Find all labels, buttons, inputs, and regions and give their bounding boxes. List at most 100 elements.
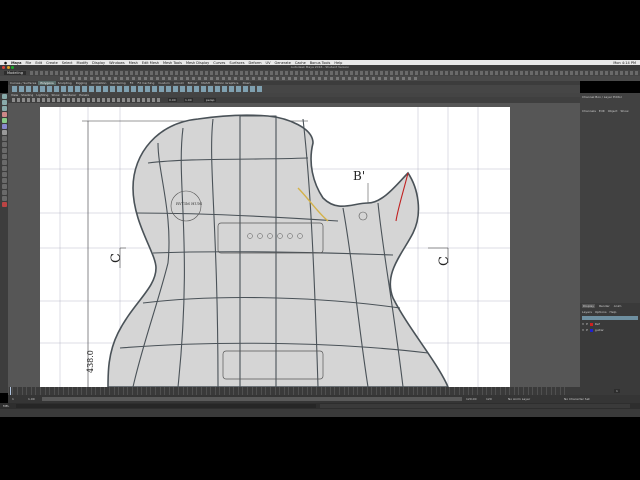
layer-row[interactable]: V P guitar	[580, 327, 640, 333]
emblem-text: RYTIM HUM	[176, 201, 202, 206]
tab-object[interactable]: Object	[608, 109, 618, 113]
layout-four-icon[interactable]	[1, 142, 7, 147]
move-tool-icon[interactable]	[1, 112, 7, 117]
snap-icons[interactable]	[60, 77, 420, 80]
window-controls	[2, 66, 14, 69]
menu-layer-help[interactable]: Help	[610, 310, 617, 314]
layout-graph-icon[interactable]	[1, 160, 7, 165]
layout-outliner-icon[interactable]	[1, 154, 7, 159]
current-frame-field[interactable]: 1	[614, 389, 620, 393]
tool-settings-icon[interactable]	[1, 202, 7, 207]
range-start-field[interactable]: 1	[12, 397, 14, 401]
anim-layer-dropdown[interactable]: No Anim Layer	[508, 397, 530, 401]
layout-hypershade-icon[interactable]	[1, 166, 7, 171]
menu-modify[interactable]: Modify	[77, 61, 89, 65]
timeline-ticks	[8, 387, 568, 395]
menu-maya[interactable]: Maya	[11, 61, 21, 65]
dimension-c-left: C	[109, 253, 124, 263]
menu-uv[interactable]: UV	[266, 61, 271, 65]
menu-help[interactable]: Help	[334, 61, 342, 65]
clock: Mon 4:14 PM	[613, 60, 636, 65]
menu-edit[interactable]: Edit	[35, 61, 42, 65]
layer-color-swatch[interactable]	[589, 328, 593, 332]
window-title: Autodesk Maya 2016 - Student Version	[290, 65, 350, 69]
layout-script-icon[interactable]	[1, 178, 7, 183]
help-line	[0, 409, 640, 417]
menu-file[interactable]: File	[25, 61, 31, 65]
scale-tool-icon[interactable]	[1, 124, 7, 129]
menu-select[interactable]: Select	[62, 61, 73, 65]
dimension-c-right: C	[437, 256, 452, 266]
layer-toolbar[interactable]	[582, 316, 638, 320]
layer-name[interactable]: Ref	[595, 322, 600, 326]
command-input[interactable]	[16, 404, 316, 408]
command-result	[320, 404, 630, 408]
rotate-tool-icon[interactable]	[1, 118, 7, 123]
shelf-icons	[8, 85, 580, 93]
layer-menu: Layers Options Help	[580, 309, 640, 315]
menu-mesh-tools[interactable]: Mesh Tools	[163, 61, 182, 65]
character-set-dropdown[interactable]: No Character Set	[564, 397, 590, 401]
layout-two-icon[interactable]	[1, 148, 7, 153]
range-start-value[interactable]: 1.00	[28, 397, 35, 401]
layout-custom-icon[interactable]	[1, 196, 7, 201]
apple-icon[interactable]: ●	[4, 61, 7, 65]
layout-node-icon[interactable]	[1, 190, 7, 195]
select-tool-icon[interactable]	[1, 94, 7, 99]
layer-visibility[interactable]: V	[582, 328, 584, 332]
dimension-438: 438.0	[86, 350, 95, 373]
time-slider[interactable]: 1	[8, 387, 640, 395]
shelf-tool-icons[interactable]	[12, 86, 262, 92]
menu-generate[interactable]: Generate	[275, 61, 291, 65]
menu-mesh[interactable]: Mesh	[129, 61, 138, 65]
channel-box-tabs: Channels Edit Object Show	[582, 109, 629, 113]
menu-create[interactable]: Create	[46, 61, 58, 65]
workspace-mode-dropdown[interactable]: Modeling	[4, 71, 26, 75]
range-handle[interactable]	[42, 397, 462, 401]
tab-anim[interactable]: Anim	[614, 304, 622, 308]
viewport-canvas[interactable]: C C B' 438.0 RYTIM HUM	[8, 103, 580, 387]
menu-layers[interactable]: Layers	[582, 310, 592, 314]
menu-deform[interactable]: Deform	[249, 61, 262, 65]
layer-name[interactable]: guitar	[595, 328, 604, 332]
layout-single-icon[interactable]	[1, 136, 7, 141]
status-icons	[29, 71, 640, 75]
menu-edit-mesh[interactable]: Edit Mesh	[142, 61, 159, 65]
layout-uv-icon[interactable]	[1, 172, 7, 177]
menu-display[interactable]: Display	[92, 61, 105, 65]
menu-mesh-display[interactable]: Mesh Display	[186, 61, 209, 65]
far-clip-field[interactable]: 1.00	[184, 98, 193, 102]
layer-visibility[interactable]: V	[582, 322, 584, 326]
tab-display[interactable]: Display	[582, 304, 596, 308]
minimize-window-icon[interactable]	[6, 66, 10, 69]
menu-surfaces[interactable]: Surfaces	[229, 61, 244, 65]
menu-curves[interactable]: Curves	[213, 61, 225, 65]
last-tool-icon[interactable]	[1, 130, 7, 135]
current-frame-marker[interactable]	[10, 387, 11, 395]
menu-windows[interactable]: Windows	[109, 61, 125, 65]
zoom-window-icon[interactable]	[11, 66, 14, 69]
channel-box-panel: Channel Box / Layer Editor Channels Edit…	[580, 93, 640, 393]
paint-select-icon[interactable]	[1, 106, 7, 111]
panel-tool-icons[interactable]	[12, 98, 162, 102]
viewport[interactable]: C C B' 438.0 RYTIM HUM	[8, 103, 580, 387]
menu-bonus-tools[interactable]: Bonus Tools	[310, 61, 331, 65]
tab-channels[interactable]: Channels	[582, 109, 596, 113]
close-window-icon[interactable]	[2, 66, 5, 69]
lasso-tool-icon[interactable]	[1, 100, 7, 105]
range-end-value[interactable]: 120.00	[466, 397, 477, 401]
layer-color-swatch[interactable]	[589, 322, 593, 326]
layout-render-icon[interactable]	[1, 184, 7, 189]
range-end-field[interactable]: 120	[486, 397, 492, 401]
command-mode-label[interactable]: MEL	[3, 404, 9, 408]
channel-box-title: Channel Box / Layer Editor	[582, 95, 622, 99]
tab-render[interactable]: Render	[599, 304, 610, 308]
near-clip-field[interactable]: 0.00	[168, 98, 177, 102]
tab-edit[interactable]: Edit	[599, 109, 605, 113]
layer-playback[interactable]: P	[586, 322, 588, 326]
layer-playback[interactable]: P	[586, 328, 588, 332]
menu-options[interactable]: Options	[595, 310, 607, 314]
menu-cache[interactable]: Cache	[295, 61, 306, 65]
tab-show[interactable]: Show	[620, 109, 628, 113]
camera-dropdown[interactable]: persp	[204, 98, 217, 102]
